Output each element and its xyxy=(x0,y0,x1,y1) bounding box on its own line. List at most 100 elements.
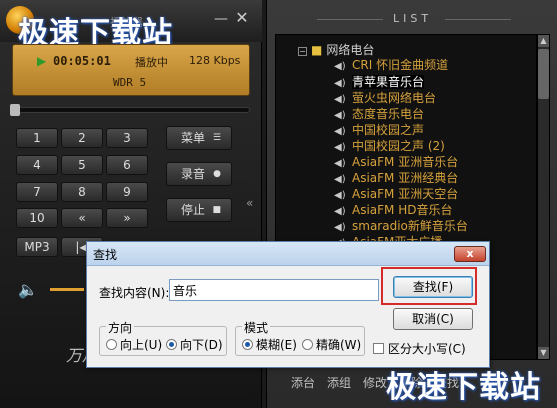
station-item[interactable]: ◀) smaradio新鲜音乐台 xyxy=(334,218,468,234)
station-item-selected[interactable]: ◀) 青苹果音乐台 xyxy=(334,74,425,90)
seek-bar[interactable] xyxy=(12,107,250,113)
bitrate: 128 Kbps xyxy=(189,54,241,67)
record-button[interactable]: 录音 ● xyxy=(166,162,232,186)
direction-group: 方向 向上(U) 向下(D) xyxy=(99,319,227,356)
record-button-label: 录音 xyxy=(181,167,206,181)
watermark-bottom: 极速下载站 xyxy=(386,370,541,405)
mode-group: 模式 模糊(E) 精确(W) xyxy=(235,319,365,356)
key-1[interactable]: 1 xyxy=(16,128,58,148)
station-label: AsiaFM 亚洲天空台 xyxy=(352,187,459,201)
add-station-button[interactable]: 添台 xyxy=(291,374,315,391)
direction-up-radio[interactable]: 向上(U) xyxy=(106,336,162,353)
station-item[interactable]: ◀) AsiaFM 亚洲天空台 xyxy=(334,186,458,202)
station-item[interactable]: ◀) 中国校园之声 xyxy=(334,122,424,138)
volume-icon[interactable]: 🔈 xyxy=(18,280,38,299)
mode-exact-radio[interactable]: 精确(W) xyxy=(302,336,361,353)
menu-button-label: 菜单 xyxy=(181,131,206,145)
collapse-icon[interactable]: − xyxy=(298,47,307,56)
lcd-display: ▶ 00:05:01 播放中 128 Kbps WDR 5 xyxy=(12,44,250,96)
scroll-down-icon[interactable]: ▼ xyxy=(538,347,549,359)
dialog-title: 查找 xyxy=(93,248,118,262)
edit-button[interactable]: 修改 xyxy=(363,374,387,391)
list-scrollbar[interactable]: ▲ ▼ xyxy=(537,34,550,360)
tree-root-label: 网络电台 xyxy=(326,43,375,57)
tree-root-node[interactable]: − ■ 网络电台 xyxy=(298,41,374,58)
station-label: 态度音乐电台 xyxy=(352,107,425,121)
radio-dot xyxy=(106,339,117,350)
direction-down-label: 向下(D) xyxy=(180,338,223,352)
seek-handle[interactable] xyxy=(10,104,20,116)
station-label: AsiaFM 亚洲经典台 xyxy=(352,171,459,185)
list-title: LIST xyxy=(393,12,433,25)
minimize-button[interactable]: — xyxy=(214,12,228,26)
station-label: 中国校园之声 xyxy=(352,123,425,137)
station-label: AsiaFM 亚洲音乐台 xyxy=(352,155,459,169)
menu-button[interactable]: 菜单 ☰ xyxy=(166,126,232,150)
direction-up-label: 向上(U) xyxy=(120,338,163,352)
folder-icon: ■ xyxy=(311,43,323,57)
find-dialog: 查找 x 查找内容(N): 查找(F) 取消(C) 方向 向上(U) 向下(D)… xyxy=(86,241,490,368)
next-page-button[interactable]: » xyxy=(106,208,148,228)
direction-label: 方向 xyxy=(106,319,135,336)
mode-exact-label: 精确(W) xyxy=(316,338,362,352)
key-2[interactable]: 2 xyxy=(61,128,103,148)
key-9[interactable]: 9 xyxy=(106,182,148,202)
station-item[interactable]: ◀) 中国校园之声 (2) xyxy=(334,138,445,154)
match-case-label: 区分大小写(C) xyxy=(388,342,466,356)
checkbox-box xyxy=(373,343,384,354)
mode-fuzzy-radio[interactable]: 模糊(E) xyxy=(242,336,297,353)
key-3[interactable]: 3 xyxy=(106,128,148,148)
mode-fuzzy-label: 模糊(E) xyxy=(256,338,297,352)
player-titlebar: 播放器 极速下载站 — ✕ xyxy=(0,0,262,51)
stop-button-label: 停止 xyxy=(181,203,206,217)
station-item[interactable]: ◀) 态度音乐电台 xyxy=(334,106,424,122)
stop-button[interactable]: 停止 ■ xyxy=(166,198,232,222)
stop-icon: ■ xyxy=(212,205,221,215)
title-rule-right xyxy=(445,19,511,20)
station-label: CRI 怀旧金曲频道 xyxy=(352,58,449,72)
scroll-thumb[interactable] xyxy=(538,49,549,99)
station-label: AsiaFM HD音乐台 xyxy=(352,203,453,217)
collapse-list-icon[interactable]: « xyxy=(246,196,253,210)
station-item[interactable]: ◀) 萤火虫网络电台 xyxy=(334,90,436,106)
find-label: 查找内容(N): xyxy=(99,286,170,300)
key-7[interactable]: 7 xyxy=(16,182,58,202)
cancel-button[interactable]: 取消(C) xyxy=(393,308,473,330)
radio-dot xyxy=(242,339,253,350)
station-item[interactable]: ◀) AsiaFM 亚洲经典台 xyxy=(334,170,458,186)
key-6[interactable]: 6 xyxy=(106,155,148,175)
radio-dot xyxy=(166,339,177,350)
station-label: smaradio新鲜音乐台 xyxy=(352,219,468,233)
record-icon: ● xyxy=(213,169,221,179)
station-label: 中国校园之声 (2) xyxy=(352,139,445,153)
station-item[interactable]: ◀) CRI 怀旧金曲频道 xyxy=(334,57,448,73)
volume-slider[interactable] xyxy=(50,288,84,291)
play-status: 播放中 xyxy=(135,56,168,69)
key-4[interactable]: 4 xyxy=(16,155,58,175)
prev-page-button[interactable]: « xyxy=(61,208,103,228)
dialog-titlebar: 查找 x xyxy=(87,242,489,266)
match-case-checkbox[interactable]: 区分大小写(C) xyxy=(373,340,466,357)
add-group-button[interactable]: 添组 xyxy=(327,374,351,391)
dialog-close-button[interactable]: x xyxy=(454,246,486,262)
key-5[interactable]: 5 xyxy=(61,155,103,175)
audio-effect: WDR 5 xyxy=(113,76,147,89)
speaker-icon: ◀) xyxy=(334,61,346,72)
station-label: 萤火虫网络电台 xyxy=(352,91,437,105)
direction-down-radio[interactable]: 向下(D) xyxy=(166,336,223,353)
radio-dot xyxy=(302,339,313,350)
close-button[interactable]: ✕ xyxy=(234,10,250,26)
find-input[interactable] xyxy=(169,279,379,301)
title-rule-left xyxy=(317,19,383,20)
station-label: 青苹果音乐台 xyxy=(352,75,425,89)
key-8[interactable]: 8 xyxy=(61,182,103,202)
mp3-button[interactable]: MP3 xyxy=(16,237,58,257)
key-10[interactable]: 10 xyxy=(16,208,58,228)
station-item[interactable]: ◀) AsiaFM 亚洲音乐台 xyxy=(334,154,458,170)
find-button[interactable]: 查找(F) xyxy=(393,276,473,298)
menu-icon: ☰ xyxy=(212,133,221,143)
scroll-up-icon[interactable]: ▲ xyxy=(538,35,549,47)
mode-label: 模式 xyxy=(242,319,271,336)
play-indicator-icon: ▶ xyxy=(37,54,47,68)
station-item[interactable]: ◀) AsiaFM HD音乐台 xyxy=(334,202,452,218)
